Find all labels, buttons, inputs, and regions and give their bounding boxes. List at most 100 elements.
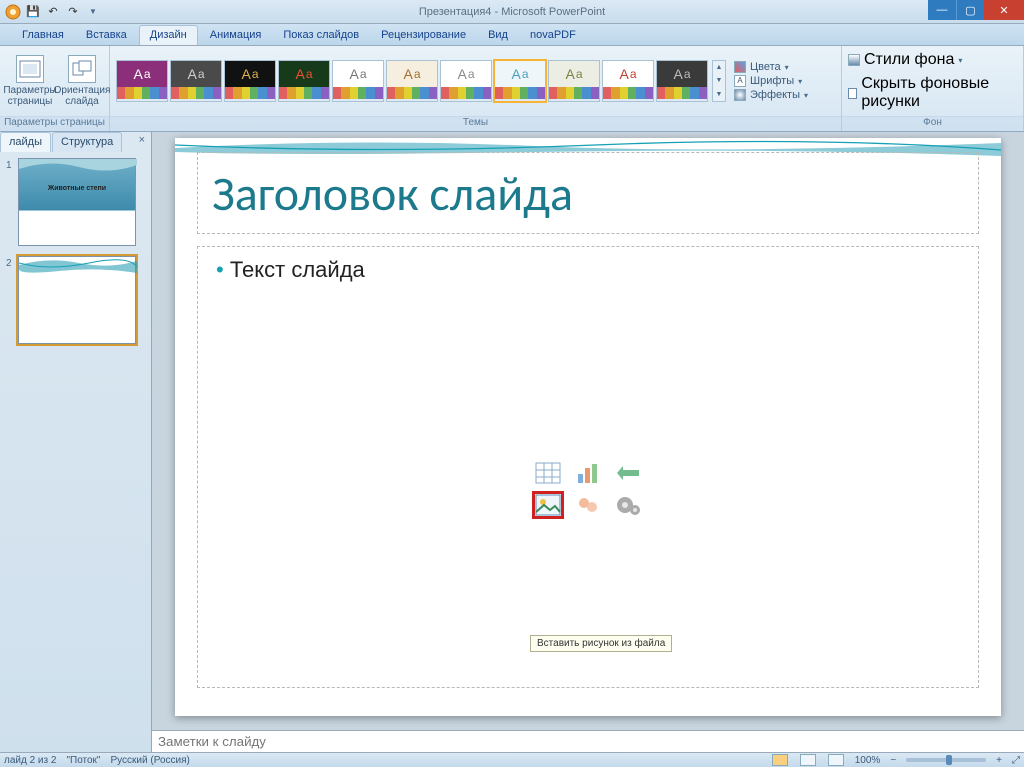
status-slide-counter: лайд 2 из 2: [4, 755, 56, 766]
workspace: лайды Структура × 1 Животные степи 2: [0, 132, 1024, 752]
thumb-number: 2: [6, 258, 12, 269]
maximize-button[interactable]: ▢: [956, 0, 984, 20]
theme-swatch-6[interactable]: Aa: [440, 60, 492, 102]
slides-pane: лайды Структура × 1 Животные степи 2: [0, 132, 152, 752]
office-button[interactable]: [4, 3, 22, 21]
pane-tab-slides[interactable]: лайды: [0, 132, 51, 152]
colors-button[interactable]: Цвета▾: [734, 61, 808, 73]
thumb-number: 1: [6, 160, 12, 171]
insert-chart-icon[interactable]: [572, 459, 604, 487]
theme-swatch-1[interactable]: Aa: [170, 60, 222, 102]
checkbox-icon: [848, 88, 857, 99]
title-placeholder[interactable]: Заголовок слайда: [197, 152, 979, 234]
editor-area: Заголовок слайда Текст слайда: [152, 132, 1024, 752]
group-page-setup: Параметры страницы Ориентация слайда Пар…: [0, 46, 110, 131]
group-label-background: Фон: [842, 116, 1023, 131]
body-text: Текст слайда: [216, 257, 960, 283]
effects-button[interactable]: Эффекты▾: [734, 89, 808, 101]
gallery-more-icon[interactable]: ▼: [713, 88, 725, 101]
slide-thumb-1[interactable]: 1 Животные степи: [4, 158, 147, 246]
slide-canvas[interactable]: Заголовок слайда Текст слайда: [152, 132, 1024, 730]
theme-swatch-8[interactable]: Aa: [548, 60, 600, 102]
undo-icon[interactable]: ↶: [44, 3, 62, 21]
quick-access-toolbar: 💾 ↶ ↷ ▼: [0, 3, 102, 21]
theme-swatch-9[interactable]: Aa: [602, 60, 654, 102]
zoom-out-button[interactable]: −: [890, 755, 896, 766]
theme-swatch-5[interactable]: Aa: [386, 60, 438, 102]
insert-clipart-icon[interactable]: [572, 491, 604, 519]
hide-bg-checkbox[interactable]: Скрыть фоновые рисунки: [848, 75, 1017, 111]
group-background: Стили фона▾ Скрыть фоновые рисунки Фон: [842, 46, 1024, 131]
bgstyles-icon: [848, 54, 860, 66]
zoom-level[interactable]: 100%: [855, 755, 881, 766]
page-setup-label: Параметры страницы: [3, 85, 56, 107]
theme-swatch-4[interactable]: Aa: [332, 60, 384, 102]
minimize-button[interactable]: —: [928, 0, 956, 20]
pane-tab-outline[interactable]: Структура: [52, 132, 122, 152]
orientation-icon: [68, 55, 96, 83]
notes-pane[interactable]: [152, 730, 1024, 752]
effects-icon: [734, 89, 746, 101]
tab-animation[interactable]: Анимация: [200, 26, 272, 45]
fit-to-window-button[interactable]: ⤢: [1012, 755, 1020, 766]
tab-design[interactable]: Дизайн: [139, 25, 198, 45]
slide: Заголовок слайда Текст слайда: [175, 138, 1001, 716]
tab-insert[interactable]: Вставка: [76, 26, 137, 45]
group-label-themes: Темы: [110, 116, 841, 131]
page-setup-icon: [16, 55, 44, 83]
background-styles-button[interactable]: Стили фона▾: [848, 51, 962, 69]
page-setup-button[interactable]: Параметры страницы: [6, 55, 54, 107]
insert-table-icon[interactable]: [532, 459, 564, 487]
gallery-down-icon[interactable]: ▼: [713, 74, 725, 87]
pane-close-button[interactable]: ×: [133, 132, 151, 152]
theme-swatch-10[interactable]: Aa: [656, 60, 708, 102]
content-placeholder[interactable]: Текст слайда Вставить рису: [197, 246, 979, 688]
insert-picture-icon[interactable]: [532, 491, 564, 519]
insert-media-icon[interactable]: [612, 491, 644, 519]
slide-orientation-button[interactable]: Ориентация слайда: [58, 55, 106, 107]
theme-swatch-7[interactable]: Aa: [494, 60, 546, 102]
colors-icon: [734, 61, 746, 73]
thumb1-title: Животные степи: [19, 185, 135, 192]
theme-variants: Цвета▾ AШрифты▾ Эффекты▾: [730, 59, 812, 103]
tab-review[interactable]: Рецензирование: [371, 26, 476, 45]
theme-swatch-3[interactable]: Aa: [278, 60, 330, 102]
view-slideshow-button[interactable]: [828, 754, 844, 766]
view-sorter-button[interactable]: [800, 754, 816, 766]
pane-tabs: лайды Структура ×: [0, 132, 151, 152]
thumbnails: 1 Животные степи 2: [0, 152, 151, 752]
tab-novapdf[interactable]: novaPDF: [520, 26, 586, 45]
fonts-button[interactable]: AШрифты▾: [734, 75, 808, 87]
group-themes: AaAaAaAaAaAaAaAaAaAaAa ▲ ▼ ▼ Цвета▾ AШри…: [110, 46, 842, 131]
tooltip: Вставить рисунок из файла: [530, 635, 672, 652]
save-icon[interactable]: 💾: [24, 3, 42, 21]
title-text: Заголовок слайда: [212, 164, 573, 223]
status-theme: "Поток": [66, 755, 100, 766]
tab-home[interactable]: Главная: [12, 26, 74, 45]
qat-more-icon[interactable]: ▼: [84, 3, 102, 21]
window-controls: — ▢ ✕: [928, 0, 1024, 20]
themes-gallery: AaAaAaAaAaAaAaAaAaAaAa: [116, 60, 708, 102]
group-label-pagesetup: Параметры страницы: [0, 116, 109, 131]
window-title: Презентация4 - Microsoft PowerPoint: [0, 6, 1024, 18]
tab-view[interactable]: Вид: [478, 26, 518, 45]
insert-smartart-icon[interactable]: [612, 459, 644, 487]
slide-thumb-2[interactable]: 2: [4, 256, 147, 344]
redo-icon[interactable]: ↷: [64, 3, 82, 21]
orientation-label: Ориентация слайда: [54, 85, 111, 107]
view-normal-button[interactable]: [772, 754, 788, 766]
ribbon: Параметры страницы Ориентация слайда Пар…: [0, 46, 1024, 132]
zoom-slider[interactable]: [906, 758, 986, 762]
theme-swatch-2[interactable]: Aa: [224, 60, 276, 102]
close-button[interactable]: ✕: [984, 0, 1024, 20]
notes-input[interactable]: [158, 734, 1018, 749]
gallery-up-icon[interactable]: ▲: [713, 61, 725, 74]
tab-slideshow[interactable]: Показ слайдов: [273, 26, 369, 45]
status-language[interactable]: Русский (Россия): [111, 755, 190, 766]
fonts-icon: A: [734, 75, 746, 87]
theme-swatch-0[interactable]: Aa: [116, 60, 168, 102]
title-bar: 💾 ↶ ↷ ▼ Презентация4 - Microsoft PowerPo…: [0, 0, 1024, 24]
content-icon-grid: [528, 455, 648, 523]
gallery-scroll[interactable]: ▲ ▼ ▼: [712, 60, 726, 102]
zoom-in-button[interactable]: +: [996, 755, 1002, 766]
